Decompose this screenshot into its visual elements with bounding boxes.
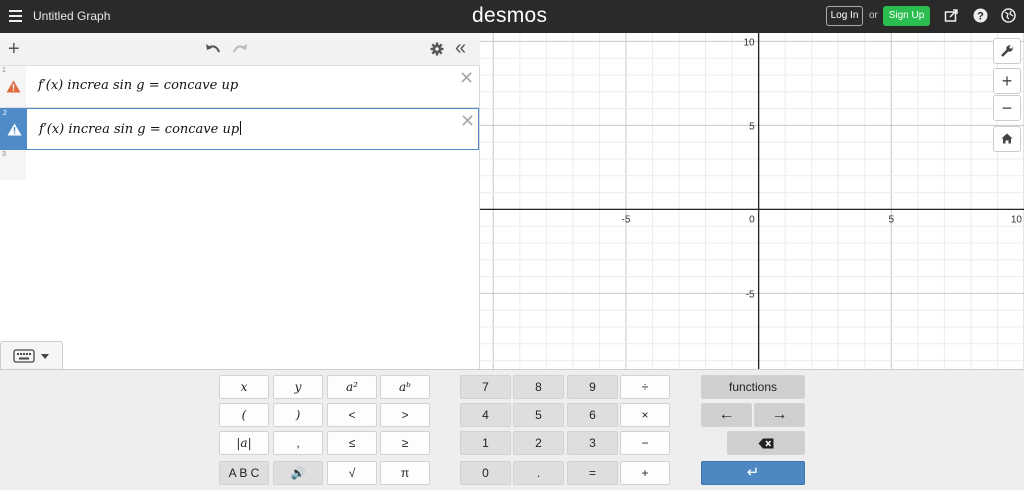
a-squared-key[interactable]: a² <box>327 375 377 399</box>
expression-number: 2 <box>3 110 7 117</box>
open-paren-key[interactable]: ( <box>219 403 269 427</box>
eight-key[interactable]: 8 <box>513 375 564 399</box>
delete-expression-icon[interactable]: ✕ <box>460 112 475 130</box>
zoom-in-button[interactable]: + <box>993 68 1021 94</box>
four-key[interactable]: 4 <box>460 403 511 427</box>
login-button[interactable]: Log In <box>826 6 863 26</box>
expression-number: 3 <box>2 151 6 158</box>
functions-button[interactable]: functions <box>701 375 805 399</box>
decimal-key[interactable]: . <box>513 461 564 485</box>
x-tick-label: 10 <box>1011 214 1023 225</box>
greater-than-key[interactable]: > <box>380 403 430 427</box>
abc-keyboard-key[interactable]: A B C <box>219 461 269 485</box>
a-power-key[interactable]: aᵇ <box>380 375 430 399</box>
multiply-key[interactable]: × <box>620 403 670 427</box>
globe-icon[interactable] <box>1001 8 1016 23</box>
cursor-left-key[interactable]: ← <box>701 403 752 427</box>
error-warning-icon[interactable] <box>6 80 21 93</box>
pi-key[interactable]: π <box>380 461 430 485</box>
greater-equal-key[interactable]: ≥ <box>380 431 430 455</box>
expression-math[interactable]: f′(x) increa sin g = concave up <box>39 122 239 137</box>
two-key[interactable]: 2 <box>513 431 564 455</box>
backspace-icon <box>758 438 774 449</box>
undo-icon[interactable] <box>205 40 221 58</box>
help-icon[interactable]: ? <box>973 8 988 23</box>
expression-math-input[interactable]: f′(x) increa sin g = concave up <box>39 121 242 137</box>
less-than-key[interactable]: < <box>327 403 377 427</box>
divide-key[interactable]: ÷ <box>620 375 670 399</box>
x-tick-label: 0 <box>749 214 755 225</box>
delete-expression-icon[interactable]: ✕ <box>459 69 474 87</box>
top-bar: Untitled Graph desmos Log In or Sign Up … <box>0 0 1024 33</box>
audio-trace-key[interactable]: 🔊 <box>273 461 323 485</box>
expression-number: 1 <box>2 67 6 74</box>
five-key[interactable]: 5 <box>513 403 564 427</box>
y-tick-label: 5 <box>749 121 755 132</box>
keyboard-icon <box>13 349 49 363</box>
keyboard-toggle[interactable] <box>0 341 63 369</box>
plus-key[interactable]: + <box>620 461 670 485</box>
graph-title[interactable]: Untitled Graph <box>33 9 110 23</box>
expression-row-3[interactable]: 3 <box>0 150 479 180</box>
redo-icon[interactable] <box>232 40 248 58</box>
cursor-right-key[interactable]: → <box>754 403 805 427</box>
expression-row-2[interactable]: 2 f′(x) increa sin g = concave up ✕ <box>0 108 479 150</box>
share-icon[interactable] <box>944 8 959 23</box>
text-cursor <box>240 121 242 135</box>
expression-toolbar: + « <box>0 33 480 66</box>
or-label: or <box>869 10 878 21</box>
less-equal-key[interactable]: ≤ <box>327 431 377 455</box>
close-paren-key[interactable]: ) <box>273 403 323 427</box>
error-warning-icon[interactable] <box>7 123 22 136</box>
collapse-panel-icon[interactable]: « <box>455 38 466 58</box>
expression-row-1[interactable]: 1 f′(x) increa sin g = concave up ✕ <box>0 66 479 108</box>
nine-key[interactable]: 9 <box>567 375 618 399</box>
comma-key[interactable]: , <box>273 431 323 455</box>
graph-paper[interactable]: -5 0 5 10 10 5 -5 <box>480 33 1024 369</box>
abs-value-key[interactable]: |a| <box>219 431 269 455</box>
home-zoom-icon[interactable] <box>993 126 1021 152</box>
zoom-out-button[interactable]: − <box>993 95 1021 121</box>
svg-text:?: ? <box>977 11 984 23</box>
zero-key[interactable]: 0 <box>460 461 511 485</box>
signup-button[interactable]: Sign Up <box>883 6 930 26</box>
six-key[interactable]: 6 <box>567 403 618 427</box>
backspace-key[interactable] <box>727 431 805 455</box>
desmos-logo: desmos <box>472 4 548 27</box>
expression-gutter: 2 <box>1 109 27 149</box>
expression-gutter: 3 <box>0 150 26 180</box>
minus-key[interactable]: − <box>620 431 670 455</box>
x-tick-label: 5 <box>889 214 895 225</box>
graph-settings-wrench-icon[interactable] <box>993 38 1021 64</box>
equals-key[interactable]: = <box>567 461 618 485</box>
expression-panel: + « 1 f′(x) increa sin g = concave up ✕ … <box>0 33 480 369</box>
enter-key[interactable]: ↵ <box>701 461 805 485</box>
menu-icon[interactable] <box>9 10 22 22</box>
y-key[interactable]: y <box>273 375 323 399</box>
x-tick-label: -5 <box>621 214 630 225</box>
settings-gear-icon[interactable] <box>430 41 444 59</box>
seven-key[interactable]: 7 <box>460 375 511 399</box>
add-item-icon[interactable]: + <box>8 39 20 59</box>
three-key[interactable]: 3 <box>567 431 618 455</box>
sqrt-key[interactable]: √ <box>327 461 377 485</box>
expression-math[interactable]: f′(x) increa sin g = concave up <box>38 78 238 93</box>
graph-canvas[interactable]: -5 0 5 10 10 5 -5 <box>480 33 1024 369</box>
one-key[interactable]: 1 <box>460 431 511 455</box>
expression-gutter: 1 <box>0 66 26 107</box>
y-tick-label: 10 <box>744 37 756 48</box>
x-key[interactable]: x <box>219 375 269 399</box>
y-tick-label: -5 <box>746 289 755 300</box>
math-keypad: functions ← → ↵ x 7 y 8 a² 9 aᵇ ÷ (4) 5 <6 > × |a| 1, 2… <box>0 369 1024 490</box>
